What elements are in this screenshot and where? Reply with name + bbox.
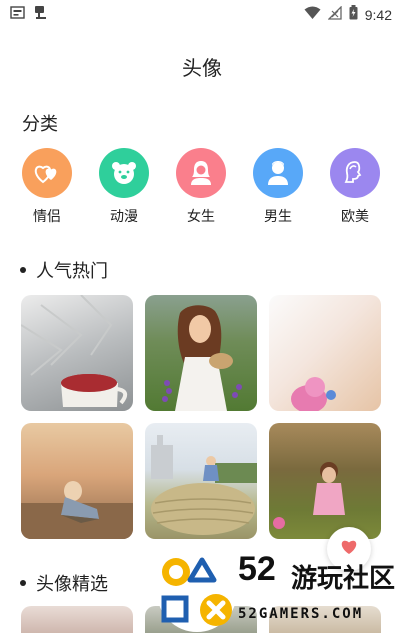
category-anime[interactable]: 动漫 <box>94 148 154 226</box>
watermark-english: 52GAMERS.COM <box>238 606 364 622</box>
bear-icon <box>99 148 149 198</box>
featured-title: 头像精选 <box>36 574 108 595</box>
status-right-icons: 9:42 <box>304 5 392 24</box>
page-title: 头像 <box>182 56 222 80</box>
category-label: 女生 <box>187 209 215 225</box>
gamepad-logo-icon <box>157 552 237 632</box>
photo-girl-in-field[interactable] <box>145 295 257 411</box>
popular-title: 人气热门 <box>36 261 108 282</box>
category-label: 欧美 <box>341 209 369 225</box>
photo-soft-pink-toy[interactable] <box>269 295 381 411</box>
status-time: 9:42 <box>364 6 392 23</box>
categories-title: 分类 <box>22 114 58 135</box>
category-couple[interactable]: 情侣 <box>17 148 77 226</box>
watermark: 52 游玩社区 52GAMERS.COM <box>156 550 404 633</box>
boy-icon <box>253 148 303 198</box>
hearts-icon <box>22 148 72 198</box>
category-boys[interactable]: 男生 <box>248 148 308 226</box>
app-icon <box>33 5 48 20</box>
featured-photo[interactable] <box>21 606 133 633</box>
photo-child-sitting-sunset[interactable] <box>21 423 133 539</box>
notification-icon <box>10 5 25 20</box>
bullet-dot <box>20 267 26 273</box>
no-signal-icon <box>327 5 342 24</box>
girl-icon <box>176 148 226 198</box>
popular-heading: 人气热门 <box>20 257 108 283</box>
wifi-icon <box>304 5 321 24</box>
face-profile-icon <box>330 148 380 198</box>
popular-grid <box>21 295 383 540</box>
watermark-number: 52 <box>238 550 276 588</box>
watermark-chinese: 游玩社区 <box>291 564 396 594</box>
category-list: 情侣 动漫 女生 男生 欧美 <box>0 148 404 228</box>
status-bar: 9:42 <box>0 0 404 28</box>
category-western[interactable]: 欧美 <box>325 148 385 226</box>
status-left-icons <box>10 5 48 20</box>
category-label: 动漫 <box>110 209 138 225</box>
bullet-dot <box>20 580 26 586</box>
featured-heading: 头像精选 <box>20 570 108 596</box>
category-girls[interactable]: 女生 <box>171 148 231 226</box>
category-label: 情侣 <box>33 209 61 225</box>
battery-charging-icon <box>349 5 358 24</box>
photo-child-on-hay-bale[interactable] <box>145 423 257 539</box>
category-label: 男生 <box>264 209 292 225</box>
photo-knit-sweater-mug[interactable] <box>21 295 133 411</box>
photo-toddler-in-grass[interactable] <box>269 423 381 539</box>
